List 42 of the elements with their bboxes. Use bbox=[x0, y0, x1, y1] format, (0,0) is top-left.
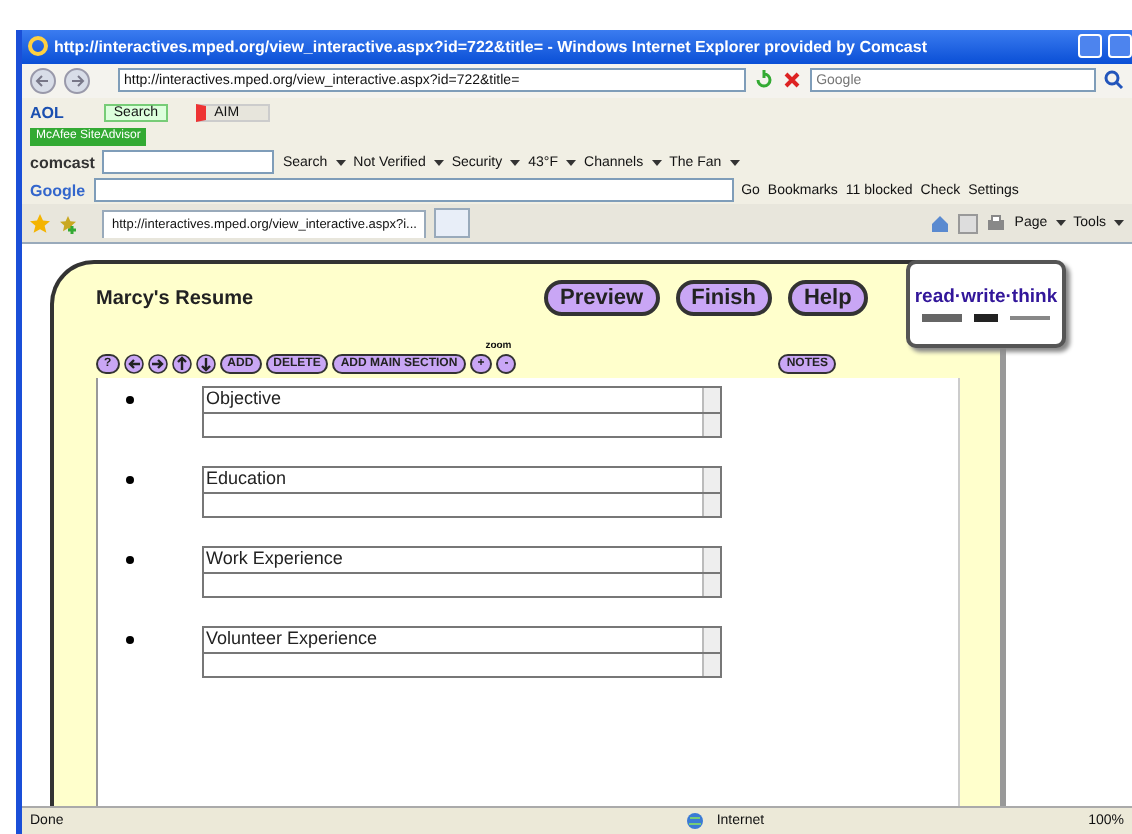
logo-text: read·write·think bbox=[914, 286, 1058, 309]
forward-icon[interactable] bbox=[64, 67, 90, 94]
caret-icon[interactable] bbox=[1114, 220, 1124, 227]
refresh-icon[interactable] bbox=[754, 70, 775, 91]
browser-logo-icon[interactable] bbox=[28, 36, 48, 57]
bullet-icon bbox=[126, 636, 134, 645]
bullet-icon bbox=[126, 396, 134, 405]
maximize-button[interactable] bbox=[1108, 34, 1132, 59]
search-icon[interactable] bbox=[1104, 70, 1124, 91]
bullet-icon bbox=[126, 476, 134, 485]
nav-button[interactable]: Preview bbox=[544, 280, 660, 317]
arrow-right-icon[interactable] bbox=[147, 354, 168, 375]
home-icon[interactable] bbox=[930, 213, 951, 234]
star-icon[interactable] bbox=[30, 213, 50, 234]
caret-icon[interactable] bbox=[1055, 220, 1066, 227]
resume-title: Marcy's Resume bbox=[96, 287, 256, 310]
feed-icon[interactable] bbox=[958, 213, 979, 234]
caret-icon[interactable] bbox=[651, 159, 662, 166]
window-title: http://interactives.mped.org/view_interactive.aspx?id=722&title= - Windows Internet Explorer provided by Comcast bbox=[54, 37, 927, 56]
back-icon[interactable] bbox=[30, 67, 56, 94]
add-favorite-icon[interactable] bbox=[58, 213, 78, 234]
minimize-button[interactable] bbox=[1078, 34, 1102, 59]
bullet-icon bbox=[126, 556, 134, 565]
caret-icon[interactable] bbox=[433, 159, 444, 166]
arrow-left-icon[interactable] bbox=[123, 354, 144, 375]
brand-label: comcast bbox=[30, 153, 95, 172]
caret-icon[interactable] bbox=[566, 159, 577, 166]
arrow-down-icon[interactable] bbox=[195, 354, 216, 375]
close-icon[interactable] bbox=[782, 70, 803, 91]
caret-icon[interactable] bbox=[335, 159, 346, 166]
arrow-up-icon[interactable] bbox=[171, 354, 192, 375]
print-icon[interactable] bbox=[986, 213, 1007, 234]
brand-label: Google bbox=[30, 181, 86, 200]
partner-logos-icon[interactable] bbox=[922, 314, 1050, 323]
globe-icon[interactable] bbox=[686, 812, 705, 831]
toolbar-search-field[interactable] bbox=[102, 150, 275, 175]
nav-button[interactable]: Finish bbox=[675, 280, 772, 317]
toolbar-search-field[interactable] bbox=[93, 178, 734, 203]
caret-icon[interactable] bbox=[729, 159, 740, 166]
caret-icon[interactable] bbox=[510, 159, 521, 166]
brand-label: AOL bbox=[30, 103, 64, 122]
nav-button[interactable]: Help bbox=[787, 280, 868, 317]
